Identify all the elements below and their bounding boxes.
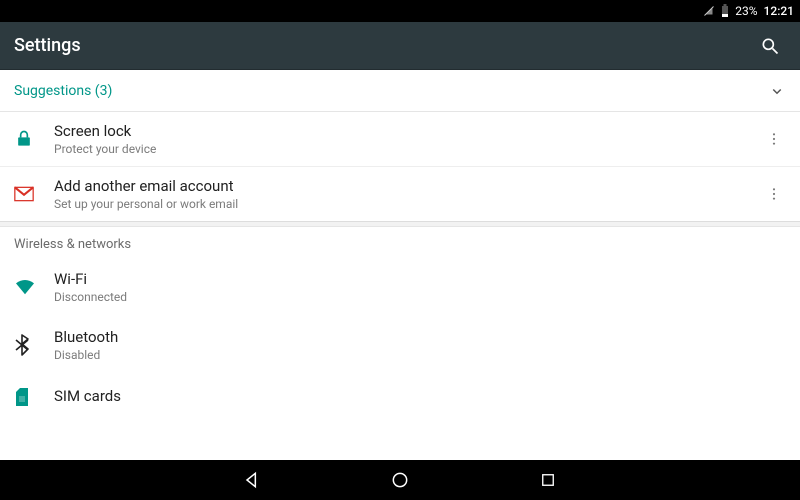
suggestion-subtitle: Set up your personal or work email [54,197,762,211]
nav-home-button[interactable] [386,466,414,494]
battery-percent: 23% [735,4,757,18]
sim-card-icon [14,386,30,406]
setting-subtitle: Disconnected [54,290,786,304]
navigation-bar [0,460,800,500]
page-title: Settings [14,35,81,56]
back-icon [242,470,262,490]
search-button[interactable] [754,30,786,62]
setting-sim-cards[interactable]: SIM cards [0,374,800,418]
clock: 12:21 [764,4,794,18]
app-bar: Settings [0,22,800,70]
chevron-down-icon [768,82,786,100]
status-bar: 23% 12:21 [0,0,800,22]
suggestions-header[interactable]: Suggestions (3) [0,70,800,112]
battery-icon [721,4,729,18]
suggestion-subtitle: Protect your device [54,142,762,156]
setting-wifi[interactable]: Wi-Fi Disconnected [0,258,800,316]
gmail-icon [14,186,34,202]
suggestion-title: Add another email account [54,177,762,195]
wifi-icon [14,278,36,296]
setting-title: SIM cards [54,387,786,405]
suggestion-title: Screen lock [54,122,762,140]
suggestion-overflow-button[interactable] [762,186,786,202]
suggestion-overflow-button[interactable] [762,131,786,147]
recents-icon [539,471,557,489]
suggestions-label: Suggestions (3) [14,83,112,99]
more-vert-icon [766,131,782,147]
setting-subtitle: Disabled [54,348,786,362]
content-scroll[interactable]: Suggestions (3) Screen lock Protect your… [0,70,800,460]
setting-bluetooth[interactable]: Bluetooth Disabled [0,316,800,374]
suggestion-add-email[interactable]: Add another email account Set up your pe… [0,167,800,221]
suggestion-screen-lock[interactable]: Screen lock Protect your device [0,112,800,167]
nav-back-button[interactable] [238,466,266,494]
home-icon [390,470,410,490]
search-icon [760,36,780,56]
more-vert-icon [766,186,782,202]
no-sim-icon [703,5,715,17]
setting-title: Bluetooth [54,328,786,346]
nav-recents-button[interactable] [534,466,562,494]
bluetooth-icon [14,334,30,356]
section-label-wireless: Wireless & networks [0,227,800,258]
setting-title: Wi-Fi [54,270,786,288]
lock-icon [14,129,34,149]
